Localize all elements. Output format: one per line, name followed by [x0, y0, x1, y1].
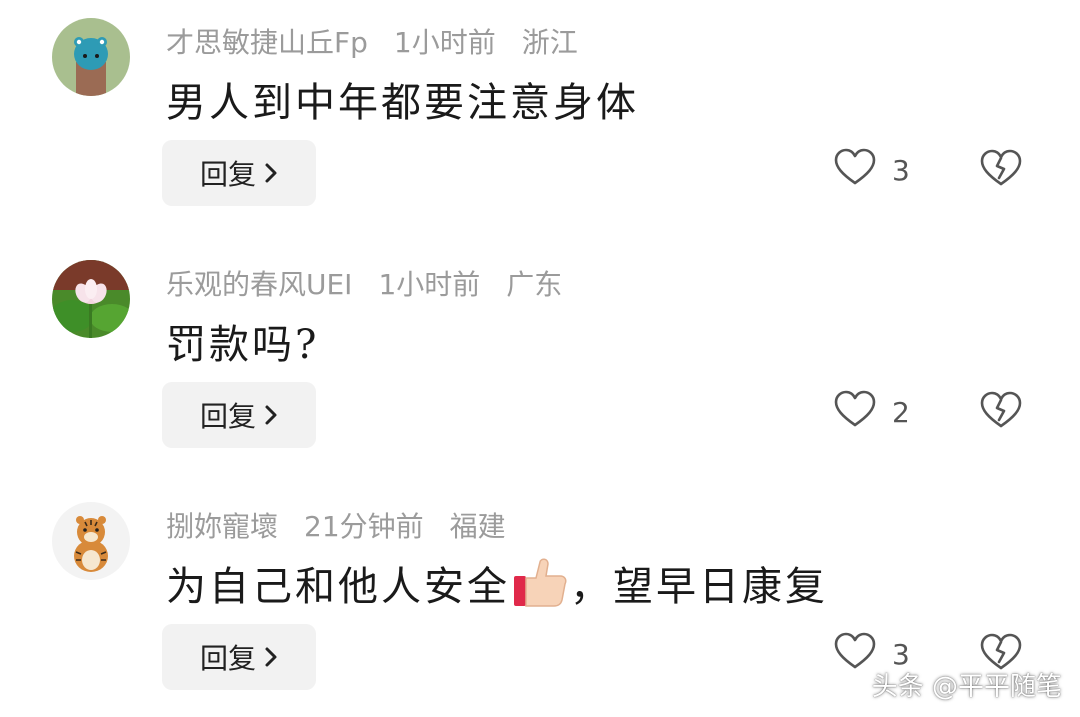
comment-text: 罚款吗? [166, 322, 320, 368]
location: 福建 [449, 510, 506, 543]
heart-icon [834, 632, 876, 677]
reply-button[interactable]: 回复 [162, 382, 316, 448]
chevron-right-icon [264, 646, 278, 668]
watermark: 头条 @平平随笔 [871, 672, 1062, 702]
username[interactable]: 捌妳寵壞 [166, 505, 278, 545]
comment-text: 男人到中年都要注意身体 [166, 80, 639, 126]
timestamp: 1小时前 [378, 268, 481, 301]
comment-text: 为自己和他人安全 ，望早日康复 [166, 554, 828, 618]
avatar[interactable] [52, 260, 130, 338]
broken-heart-icon [980, 149, 1022, 191]
reply-button[interactable]: 回复 [162, 140, 316, 206]
comment-text-part: 为自己和他人安全 [166, 564, 510, 610]
chevron-right-icon [264, 162, 278, 184]
location: 广东 [506, 268, 563, 301]
like-count: 2 [892, 395, 910, 429]
avatar[interactable] [52, 18, 130, 96]
reply-label: 回复 [199, 642, 256, 675]
comment-meta: 捌妳寵壞 21分钟前 福建 [166, 504, 506, 546]
comment-meta: 乐观的春风UEI 1小时前 广东 [166, 262, 562, 304]
reply-label: 回复 [199, 400, 256, 433]
timestamp: 1小时前 [393, 26, 496, 59]
heart-icon [834, 390, 876, 435]
reply-label: 回复 [199, 158, 256, 191]
like-count: 3 [892, 153, 910, 187]
username[interactable]: 才思敏捷山丘Fp [166, 21, 368, 61]
broken-heart-icon [980, 391, 1022, 433]
lotus-avatar-icon [52, 260, 130, 338]
like-button[interactable]: 3 [834, 148, 910, 192]
timestamp: 21分钟前 [304, 510, 424, 543]
avatar[interactable] [52, 502, 130, 580]
comment-list: 才思敏捷山丘Fp 1小时前 浙江 男人到中年都要注意身体 回复 3 乐观的春风U… [0, 0, 1080, 717]
location: 浙江 [521, 26, 578, 59]
username[interactable]: 乐观的春风UEI [166, 263, 352, 303]
comment-text-part: ，望早日康复 [570, 564, 828, 610]
chevron-right-icon [264, 404, 278, 426]
comment-item: 乐观的春风UEI 1小时前 广东 罚款吗? 回复 2 [0, 260, 1080, 495]
reply-button[interactable]: 回复 [162, 624, 316, 690]
dislike-button[interactable] [978, 390, 1024, 434]
comment-item: 才思敏捷山丘Fp 1小时前 浙江 男人到中年都要注意身体 回复 3 [0, 18, 1080, 253]
heart-icon [834, 148, 876, 193]
blue-creature-avatar-icon [52, 18, 130, 96]
tiger-avatar-icon [52, 502, 130, 580]
thumbs-up-icon [512, 556, 568, 618]
comment-meta: 才思敏捷山丘Fp 1小时前 浙江 [166, 20, 578, 62]
dislike-button[interactable] [978, 148, 1024, 192]
like-button[interactable]: 2 [834, 390, 910, 434]
